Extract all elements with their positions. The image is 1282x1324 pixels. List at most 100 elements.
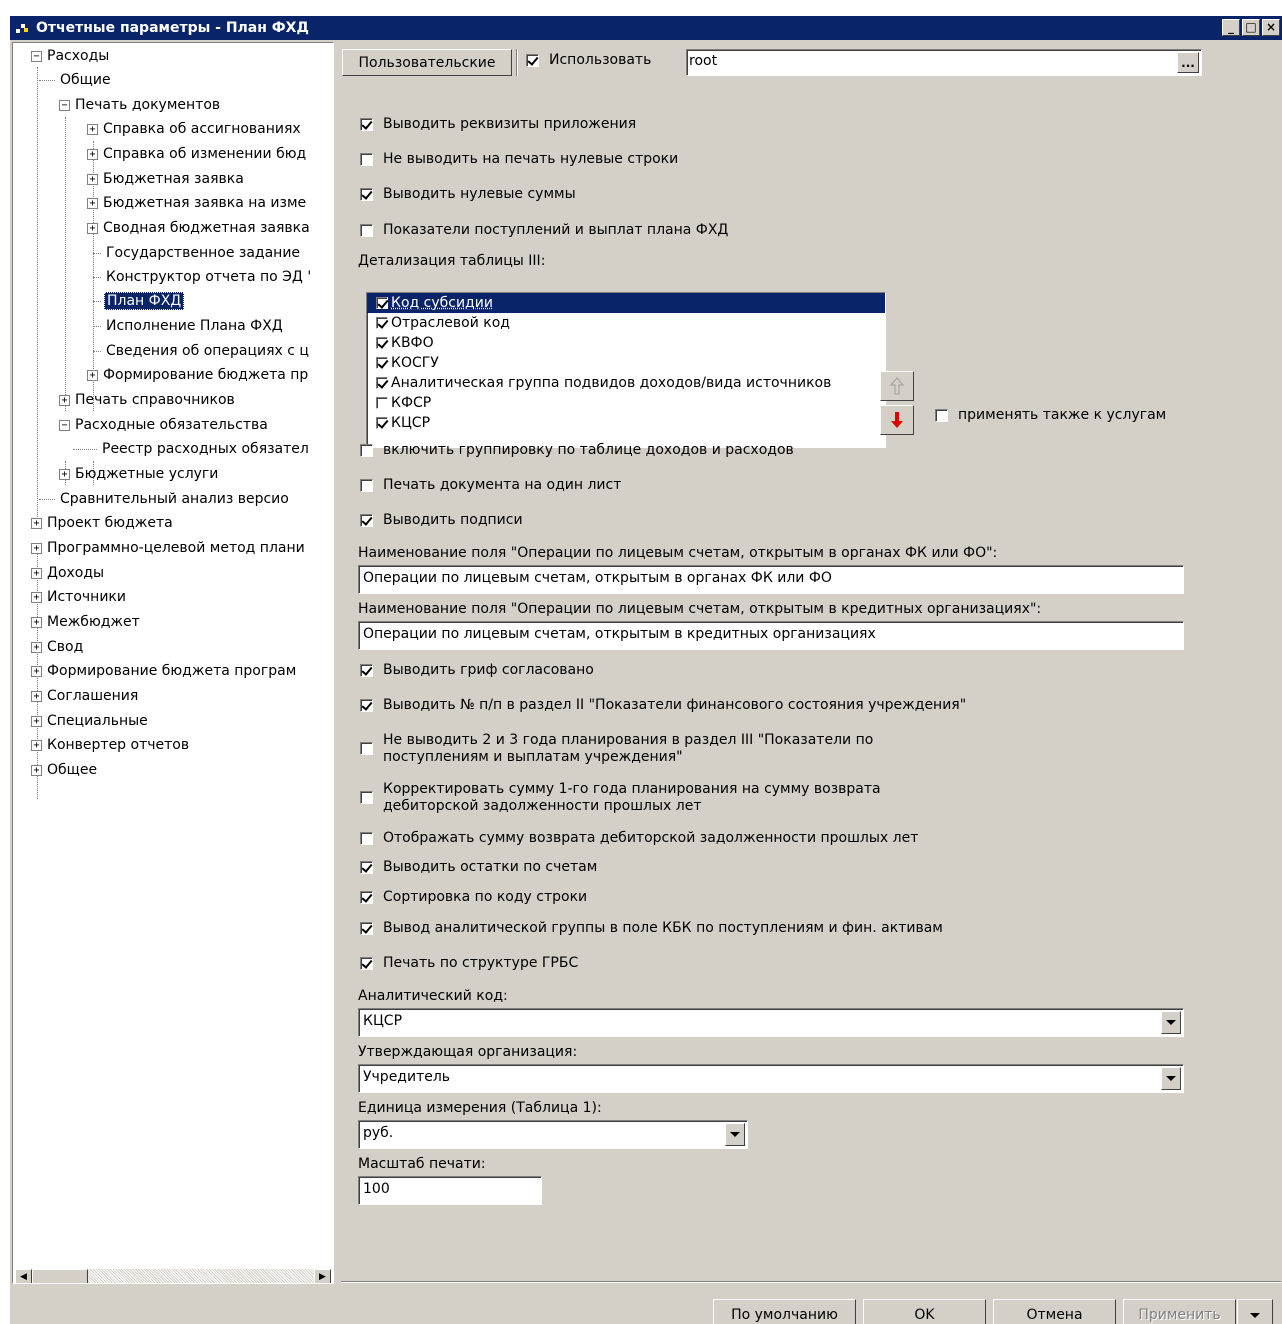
detail-item[interactable]: Аналитическая группа подвидов доходов/ви… <box>367 373 885 393</box>
expand-icon[interactable]: + <box>87 223 98 234</box>
checkbox[interactable] <box>360 153 373 166</box>
collapse-icon[interactable]: − <box>59 100 70 111</box>
checkbox[interactable] <box>360 922 373 935</box>
user-field[interactable]: root ... <box>686 49 1202 76</box>
expand-icon[interactable]: + <box>31 592 42 603</box>
fk-field-input[interactable]: Операции по лицевым счетам, открытым в о… <box>358 565 1184 594</box>
expand-icon[interactable]: + <box>87 174 98 185</box>
opt-correct-sum[interactable]: Корректировать сумму 1-го года планирова… <box>360 781 881 815</box>
checkbox[interactable] <box>376 317 388 329</box>
scroll-left-icon[interactable]: ◀ <box>15 1269 32 1284</box>
tree-item-special[interactable]: + Специальные <box>31 709 150 733</box>
expand-icon[interactable]: + <box>31 691 42 702</box>
expand-icon[interactable]: + <box>31 617 42 628</box>
opt-approved-stamp[interactable]: Выводить гриф согласовано <box>360 662 594 678</box>
detail-item[interactable]: КЦСР <box>367 413 885 433</box>
cancel-button[interactable]: Отмена <box>993 1299 1116 1324</box>
tree-item-summary-request[interactable]: + Сводная бюджетная заявка <box>87 216 312 240</box>
opt-zero-sums[interactable]: Выводить нулевые суммы <box>360 186 576 202</box>
tree-item-budget-request[interactable]: + Бюджетная заявка <box>87 167 246 191</box>
move-up-button[interactable] <box>880 371 914 401</box>
default-button[interactable]: По умолчанию <box>713 1299 856 1324</box>
tree-item-budget-forming[interactable]: + Формирование бюджета пр <box>87 363 310 387</box>
expand-icon[interactable]: + <box>31 765 42 776</box>
checkbox[interactable] <box>376 397 388 409</box>
tree-item-common[interactable]: + Общее <box>31 758 99 782</box>
expand-icon[interactable]: + <box>59 395 70 406</box>
use-checkbox[interactable] <box>526 54 539 67</box>
tree-item-obligations[interactable]: − Расходные обязательства <box>59 413 270 437</box>
opt-apply-services[interactable]: применять также к услугам <box>935 407 1166 423</box>
use-checkbox-row[interactable]: Использовать <box>526 52 651 68</box>
tree-item-print-refs[interactable]: + Печать справочников <box>59 388 237 412</box>
dropdown-button[interactable] <box>1161 1011 1181 1034</box>
checkbox[interactable] <box>360 479 373 492</box>
close-button[interactable]: × <box>1262 19 1280 36</box>
checkbox[interactable] <box>376 377 388 389</box>
checkbox[interactable] <box>376 357 388 369</box>
checkbox[interactable] <box>360 957 373 970</box>
title-bar[interactable]: Отчетные параметры - План ФХД _ □ × <box>10 16 1282 40</box>
maximize-button[interactable]: □ <box>1242 19 1260 36</box>
checkbox[interactable] <box>360 891 373 904</box>
expand-icon[interactable]: + <box>87 370 98 381</box>
collapse-icon[interactable]: − <box>31 51 42 62</box>
tree-horizontal-scrollbar[interactable]: ◀ ▶ <box>15 1269 331 1284</box>
checkbox[interactable] <box>360 861 373 874</box>
expand-icon[interactable]: + <box>31 568 42 579</box>
opt-print-requisites[interactable]: Выводить реквизиты приложения <box>360 116 636 132</box>
checkbox[interactable] <box>376 337 388 349</box>
checkbox[interactable] <box>360 188 373 201</box>
detail-item[interactable]: Отраслевой код <box>367 313 885 333</box>
checkbox[interactable] <box>360 664 373 677</box>
tree-item-interbudget[interactable]: + Межбюджет <box>31 610 142 634</box>
expand-icon[interactable]: + <box>87 198 98 209</box>
checkbox[interactable] <box>360 699 373 712</box>
opt-signatures[interactable]: Выводить подписи <box>360 512 523 528</box>
tree-item-print-docs[interactable]: − Печать документов <box>59 93 222 117</box>
opt-analytic-group[interactable]: Вывод аналитической группы в поле КБК по… <box>360 920 943 936</box>
checkbox[interactable] <box>360 118 373 131</box>
analytic-code-select[interactable]: КЦСР <box>358 1008 1184 1037</box>
tree-item-budget-request-change[interactable]: + Бюджетная заявка на изме <box>87 191 308 215</box>
opt-account-balances[interactable]: Выводить остатки по счетам <box>360 859 597 875</box>
expand-icon[interactable]: + <box>87 149 98 160</box>
expand-icon[interactable]: + <box>31 666 42 677</box>
scroll-thumb[interactable] <box>32 1269 88 1284</box>
tree-item-budget-change[interactable]: + Справка об изменении бюд <box>87 142 308 166</box>
opt-sort-by-code[interactable]: Сортировка по коду строки <box>360 889 587 905</box>
opt-no-zero-rows[interactable]: Не выводить на печать нулевые строки <box>360 151 678 167</box>
detail-item[interactable]: КФСР <box>367 393 885 413</box>
expand-icon[interactable]: + <box>31 518 42 529</box>
expand-icon[interactable]: + <box>87 124 98 135</box>
checkbox[interactable] <box>360 444 373 457</box>
unit-select[interactable]: руб. <box>358 1120 748 1149</box>
opt-row-numbers[interactable]: Выводить № п/п в раздел II "Показатели ф… <box>360 697 966 713</box>
tree-item-plan-fhd[interactable]: План ФХД <box>97 289 184 313</box>
tree-item-expenses[interactable]: − Расходы <box>31 44 111 68</box>
tree-item-agreements[interactable]: + Соглашения <box>31 684 140 708</box>
settings-tree[interactable]: − Расходы Общие − Печать документов + Справ… <box>12 42 334 1284</box>
print-scale-input[interactable]: 100 <box>358 1176 542 1205</box>
collapse-icon[interactable]: − <box>59 420 70 431</box>
expand-icon[interactable]: + <box>31 740 42 751</box>
opt-grbs-structure[interactable]: Печать по структуре ГРБС <box>360 955 578 971</box>
browse-button[interactable]: ... <box>1177 52 1199 73</box>
credit-field-input[interactable]: Операции по лицевым счетам, открытым в к… <box>358 621 1184 650</box>
checkbox[interactable] <box>360 791 373 804</box>
expand-icon[interactable]: + <box>31 716 42 727</box>
tree-item-allocations[interactable]: + Справка об ассигнованиях <box>87 117 303 141</box>
checkbox[interactable] <box>376 417 388 429</box>
ok-button[interactable]: OK <box>863 1299 986 1324</box>
tree-item-report-constructor[interactable]: Конструктор отчета по ЭД ' <box>97 265 313 289</box>
approving-org-select[interactable]: Учредитель <box>358 1064 1184 1093</box>
tree-item-program-budget[interactable]: + Формирование бюджета програм <box>31 659 298 683</box>
checkbox[interactable] <box>360 514 373 527</box>
checkbox[interactable] <box>376 297 388 309</box>
move-down-button[interactable] <box>880 405 914 435</box>
opt-one-sheet[interactable]: Печать документа на один лист <box>360 477 621 493</box>
tree-item-plan-execution[interactable]: Исполнение Плана ФХД <box>97 314 285 338</box>
opt-income-payments[interactable]: Показатели поступлений и выплат плана ФХ… <box>360 222 728 238</box>
tree-item-budget-services[interactable]: + Бюджетные услуги <box>59 462 220 486</box>
tree-item-sources[interactable]: + Источники <box>31 585 128 609</box>
